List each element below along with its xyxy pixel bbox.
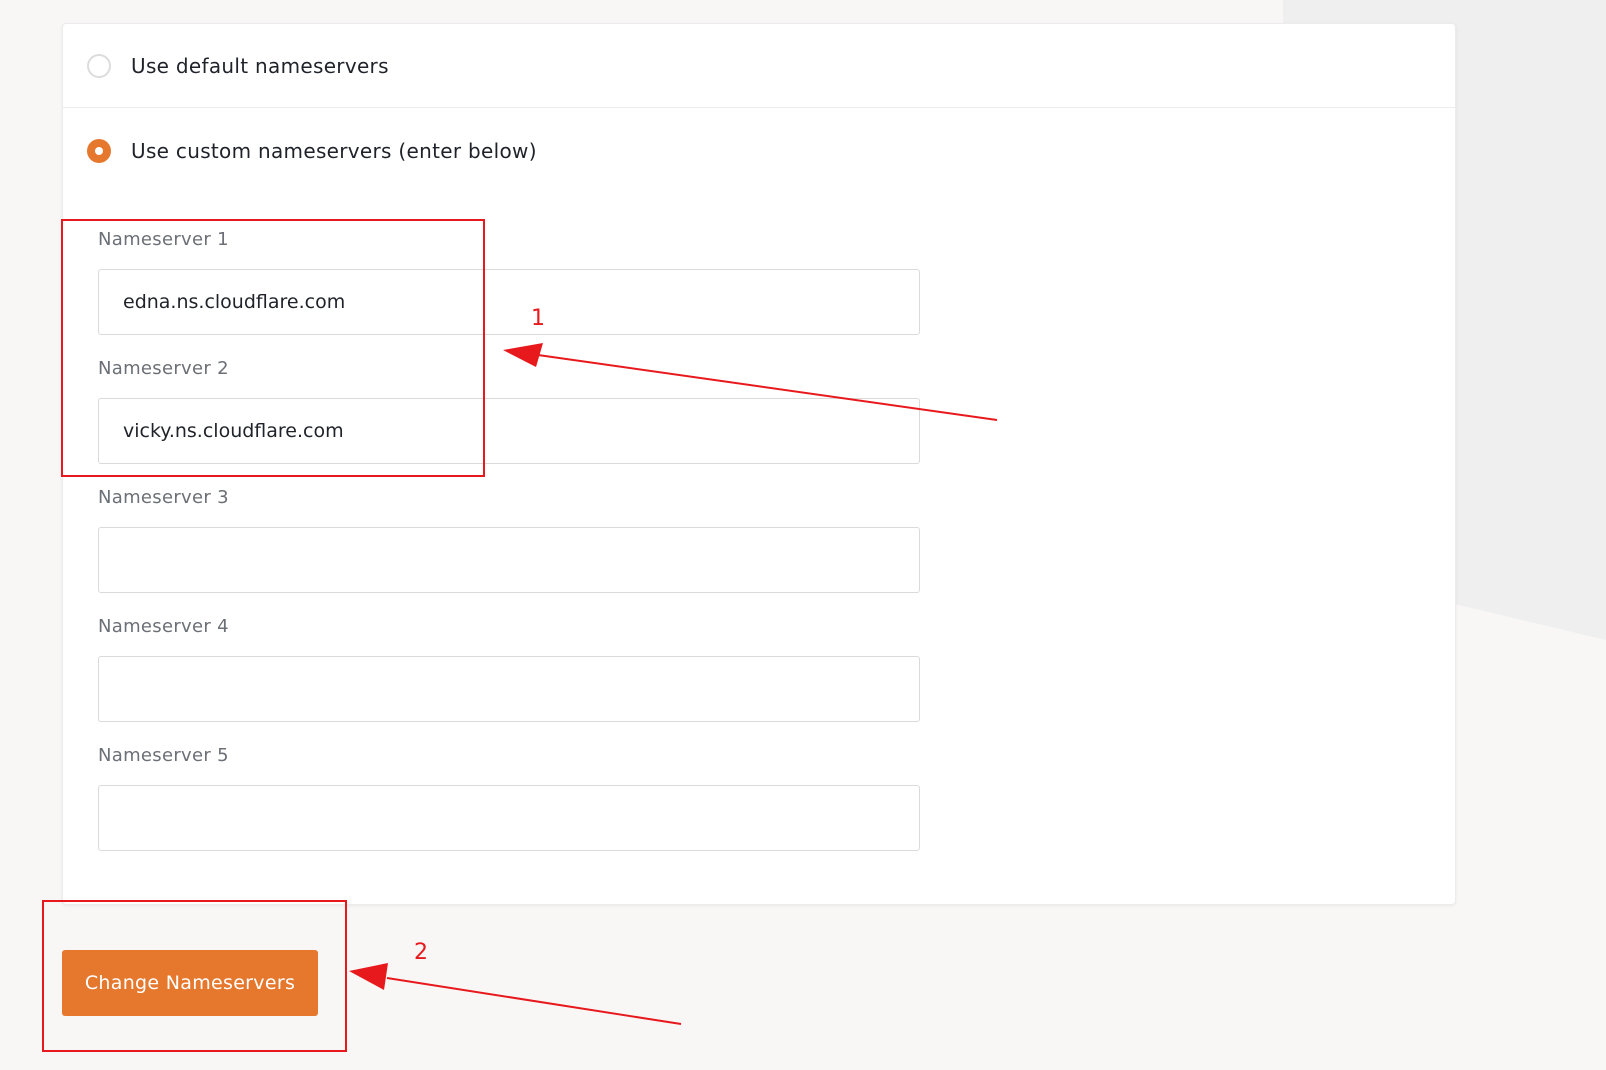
option-custom-nameservers[interactable]: Use custom nameservers (enter below) (63, 125, 1455, 177)
option-default-nameservers[interactable]: Use default nameservers (63, 40, 1455, 92)
arrow-2-head (349, 963, 388, 990)
nameserver-4-field: Nameserver 4 (98, 616, 920, 722)
nameserver-5-input[interactable] (98, 785, 920, 851)
radio-default-nameservers[interactable] (87, 54, 111, 78)
annotation-number-2: 2 (414, 940, 428, 965)
nameserver-4-input[interactable] (98, 656, 920, 722)
option-custom-label[interactable]: Use custom nameservers (enter below) (131, 139, 537, 163)
nameserver-1-input[interactable] (98, 269, 920, 335)
nameserver-4-label: Nameserver 4 (98, 616, 229, 637)
nameserver-3-input[interactable] (98, 527, 920, 593)
nameserver-3-label: Nameserver 3 (98, 487, 229, 508)
arrow-2-line (386, 977, 682, 1025)
option-default-label[interactable]: Use default nameservers (131, 54, 389, 78)
nameserver-5-field: Nameserver 5 (98, 745, 920, 851)
nameserver-1-label: Nameserver 1 (98, 229, 229, 250)
nameserver-settings-card: Use default nameservers Use custom names… (62, 23, 1456, 905)
change-nameservers-button[interactable]: Change Nameservers (62, 950, 318, 1016)
nameserver-2-field: Nameserver 2 (98, 358, 920, 464)
divider (63, 107, 1455, 108)
radio-custom-nameservers[interactable] (87, 139, 111, 163)
nameserver-5-label: Nameserver 5 (98, 745, 229, 766)
nameserver-2-input[interactable] (98, 398, 920, 464)
nameserver-1-field: Nameserver 1 (98, 229, 920, 335)
nameserver-3-field: Nameserver 3 (98, 487, 920, 593)
nameserver-2-label: Nameserver 2 (98, 358, 229, 379)
